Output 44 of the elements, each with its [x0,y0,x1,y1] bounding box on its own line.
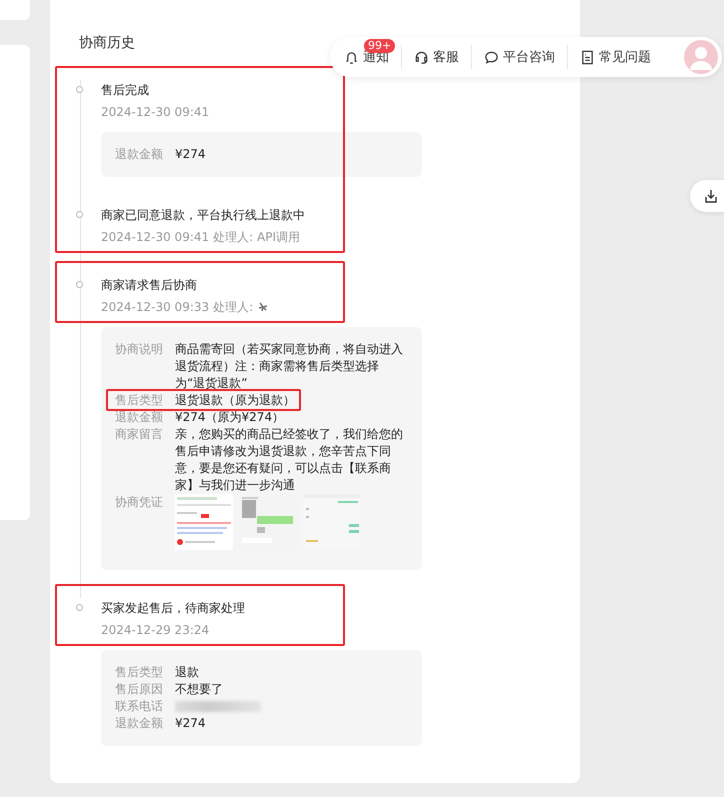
download-icon [703,188,719,204]
toolbar-button[interactable]: 平台咨询 [484,45,568,69]
field-label: 退款金额 [115,715,164,732]
field-value: 退货退款（原为退款） [175,392,295,409]
avatar[interactable] [684,40,718,74]
chat-icon [484,50,499,64]
field-label: 协商凭证 [115,494,164,511]
event-time: 2024-12-30 09:33 [101,299,210,316]
field-label: 退款金额 [115,146,164,163]
field-label: 联系电话 [115,698,164,715]
section-title: 协商历史 [79,34,135,53]
toolbar-button[interactable]: 客服 [414,45,472,69]
event-title: 商家已同意退款，平台执行线上退款中 [101,207,306,224]
field-value: ¥274 [175,146,207,163]
field-value: 不想要了 [175,681,224,698]
event-title: 商家请求售后协商 [101,277,198,294]
handler-label: 处理人: API调用 [213,229,300,246]
event-time: 2024-12-29 23:24 [101,622,210,639]
toolbar-button[interactable]: 常见问题 [580,45,663,69]
field-label: 退款金额 [115,409,164,426]
download-button[interactable] [690,180,724,212]
event-title: 买家发起售后，待商家处理 [101,600,246,617]
notification-badge: 99+ [364,39,396,53]
field-label: 商家留言 [115,426,164,443]
field-value: ¥274（原为¥274） [175,409,286,426]
timeline-dot [76,86,83,93]
field-label: 售后类型 [115,392,164,409]
handler-label: 处理人: [213,299,254,316]
timeline-dot [76,604,83,611]
field-label: 售后原因 [115,681,164,698]
event-time: 2024-12-30 09:41 [101,104,210,121]
field-value: 商品需寄回（若买家同意协商，将自动进入退货流程）注：商家需将售后类型选择为“退货退款” [175,341,404,392]
field-label: 协商说明 [115,341,164,358]
timeline-dot [76,281,83,288]
bell-icon [344,50,359,64]
field-value: ¥274 [175,715,207,732]
event-time: 2024-12-30 09:41 [101,229,210,246]
timeline-dot [76,211,83,218]
headset-icon [414,50,429,64]
field-label: 售后类型 [115,664,164,681]
document-icon [580,50,595,64]
event-title: 售后完成 [101,82,150,99]
field-value: 亲，您购买的商品已经签收了，我们给您的售后申请修改为退货退款，您辛苦点下同意，要是您还有疑问，可以点击【联系商家】与我们进一步沟通 [175,426,404,494]
field-value: 退款 [175,664,200,681]
